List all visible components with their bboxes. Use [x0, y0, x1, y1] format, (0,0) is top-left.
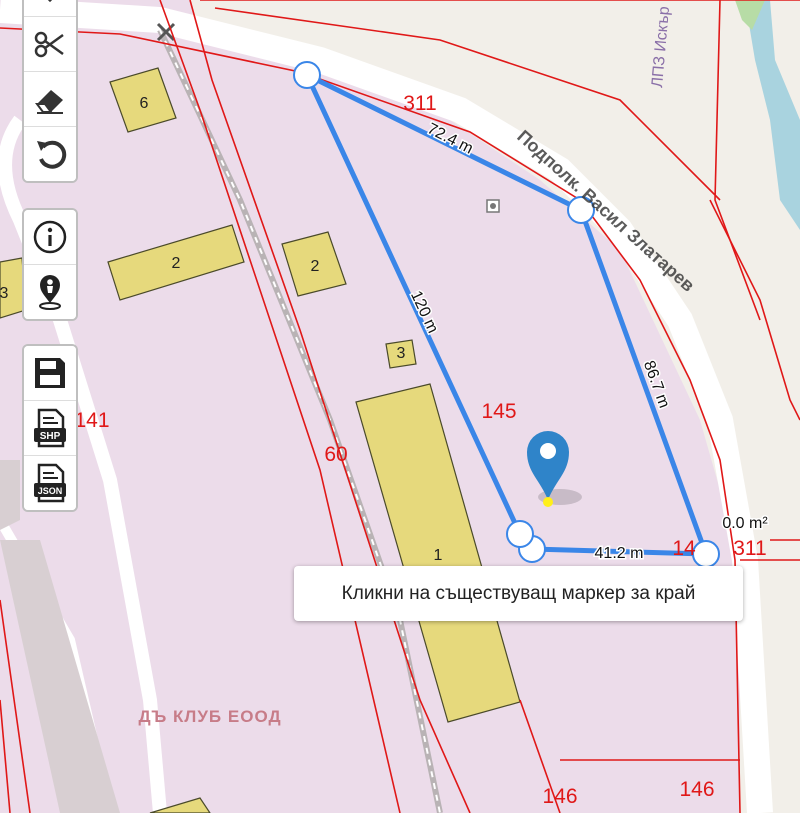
- parcel-label: 146: [542, 785, 577, 808]
- segment-length: 41.2 m: [595, 545, 644, 562]
- locate-button[interactable]: [24, 265, 76, 319]
- measure-vertex[interactable]: [506, 520, 534, 548]
- parcel-label: 14: [672, 537, 696, 560]
- export-json-button[interactable]: JSON: [24, 456, 76, 510]
- cut-icon: [34, 31, 64, 58]
- eraser-icon: [35, 90, 63, 114]
- measure-tooltip: Кликни на съществуващ маркер за край: [294, 566, 743, 621]
- parcel-label: 146: [679, 778, 714, 801]
- undo-icon: [37, 140, 67, 169]
- grey-strip-2: [0, 460, 20, 530]
- measure-vertex[interactable]: [692, 540, 720, 568]
- info-icon: [33, 220, 67, 254]
- undo-button[interactable]: [24, 127, 76, 181]
- area-value: 0.0 m²: [722, 515, 768, 532]
- json-label: JSON: [38, 486, 63, 496]
- parcel-label: 311: [403, 92, 436, 115]
- shp-file-icon: SHP: [34, 408, 66, 448]
- chevron-down-icon: [47, 0, 53, 3]
- cut-button[interactable]: [24, 17, 76, 72]
- parcel-label: 145: [481, 400, 516, 423]
- tooltip-text: Кликни на съществуващ маркер за край: [341, 582, 696, 604]
- building-label: 3: [0, 285, 9, 302]
- shp-label: SHP: [40, 431, 61, 442]
- map-canvas[interactable]: 6 2 2 3 3 1 311 145 141 60 146 146 311 1…: [0, 0, 800, 813]
- json-file-icon: JSON: [34, 463, 66, 503]
- edit-toolbar: [22, 0, 78, 183]
- info-toolbar: [22, 208, 78, 321]
- draw-button[interactable]: [24, 0, 76, 17]
- info-button[interactable]: [24, 210, 76, 265]
- survey-point-dot: [490, 203, 496, 209]
- building-label: 3: [397, 345, 406, 362]
- parcel-label: 141: [74, 409, 109, 432]
- building-label: 1: [434, 547, 443, 564]
- save-button[interactable]: [24, 346, 76, 401]
- location-pin-icon: [39, 275, 61, 310]
- company-label: ДЪ КЛУБ ЕООД: [138, 707, 281, 726]
- export-shp-button[interactable]: SHP: [24, 401, 76, 456]
- export-toolbar: SHP JSON: [22, 344, 78, 512]
- measure-vertex[interactable]: [293, 61, 321, 89]
- eraser-button[interactable]: [24, 72, 76, 127]
- building-label: 2: [172, 255, 181, 272]
- building-label: 6: [140, 95, 149, 112]
- building-label: 2: [311, 258, 320, 275]
- parcel-label: 60: [324, 443, 347, 466]
- save-icon: [35, 358, 65, 388]
- parcel-label: 311: [733, 537, 766, 560]
